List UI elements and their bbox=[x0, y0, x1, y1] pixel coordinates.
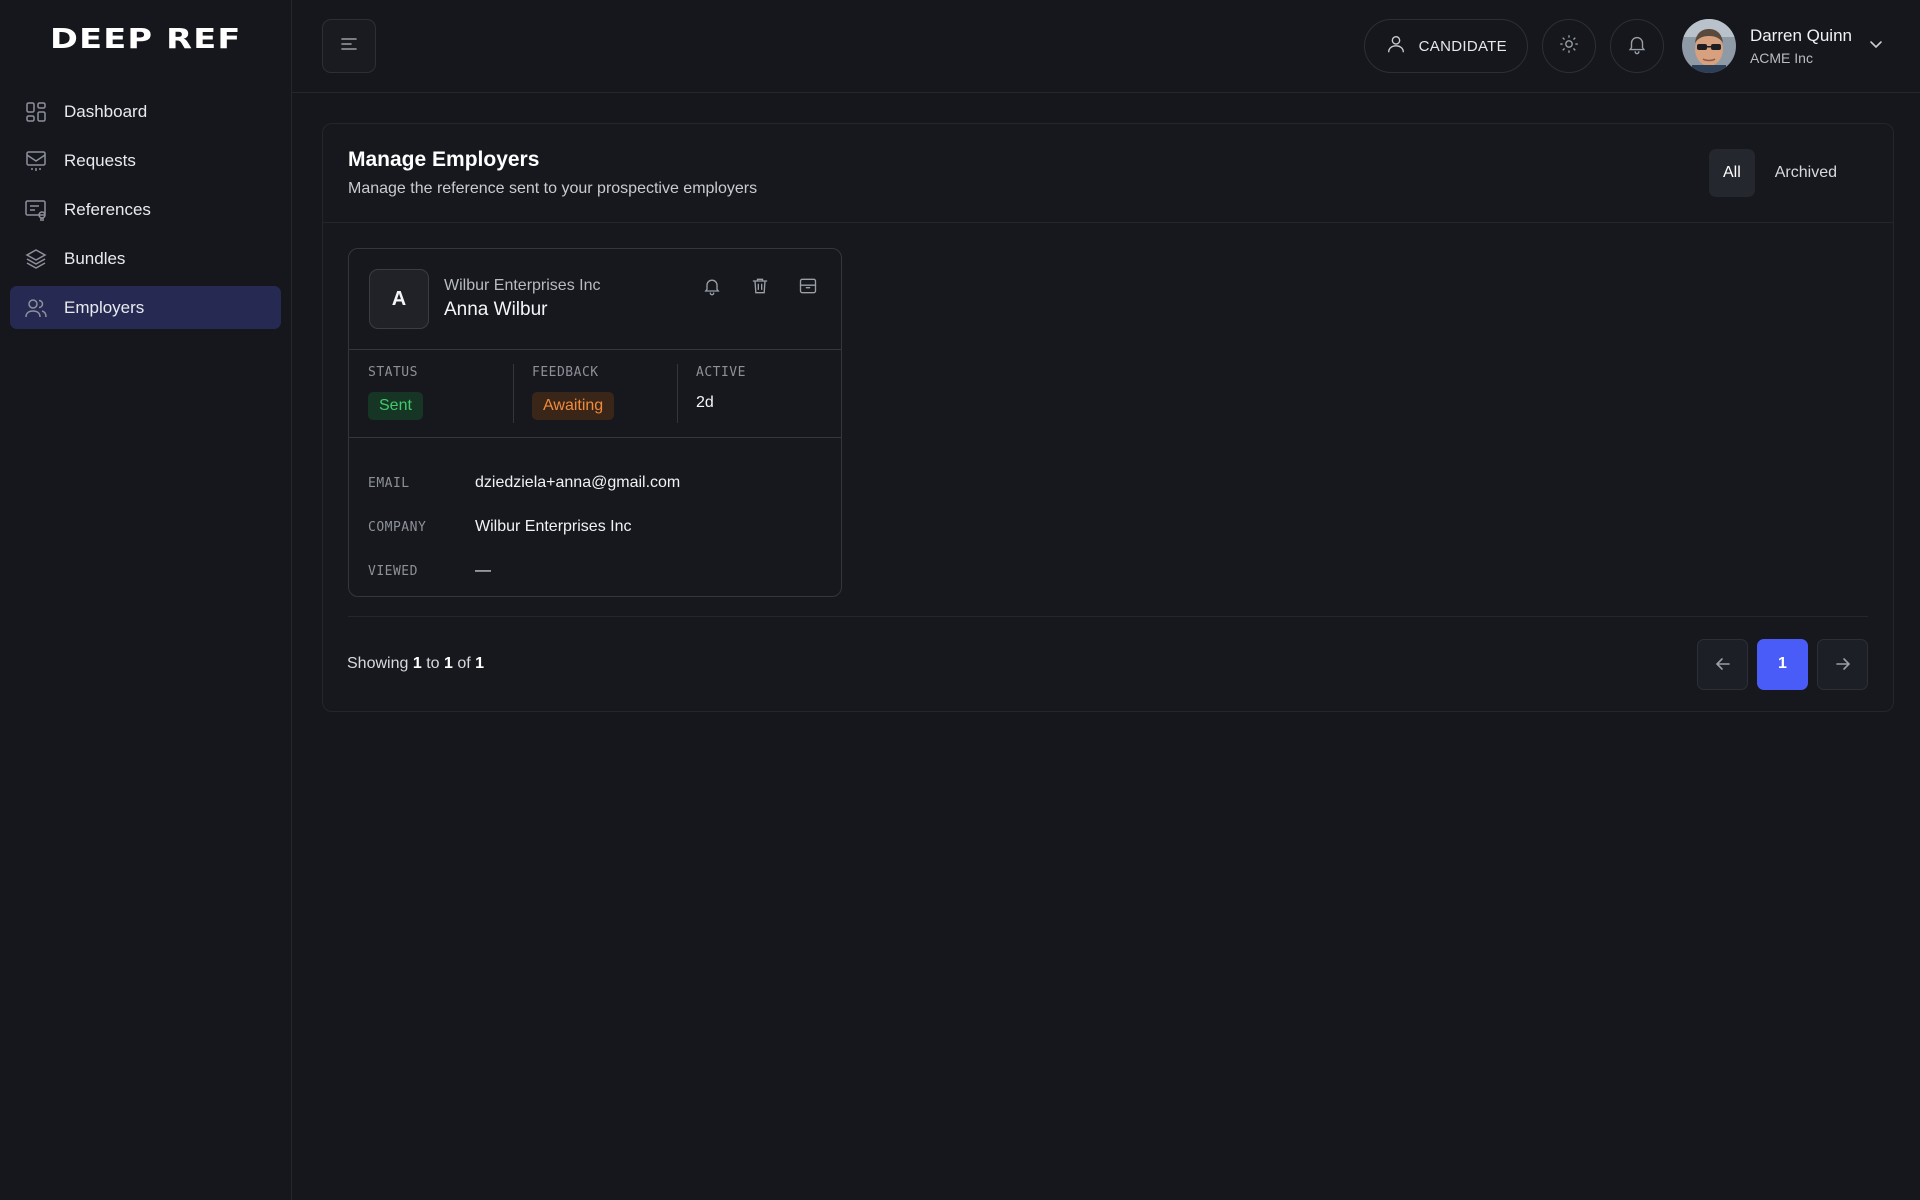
arrow-left-icon bbox=[1715, 658, 1730, 670]
user-menu[interactable]: Darren Quinn ACME Inc bbox=[1681, 19, 1884, 73]
sidebar-item-label: Bundles bbox=[64, 248, 126, 268]
page-title: Manage Employers bbox=[348, 148, 540, 171]
page-subtitle: Manage the reference sent to your prospe… bbox=[348, 180, 758, 197]
tab-archived[interactable]: Archived bbox=[1761, 149, 1851, 197]
showing-of-word: of bbox=[457, 655, 471, 672]
prev-page-button[interactable] bbox=[1697, 638, 1748, 690]
panel-body: A Wilbur Enterprises Inc Anna Wilbur STA… bbox=[323, 223, 1893, 617]
pagination: Showing 1 to 1 of 1 1 bbox=[323, 617, 1893, 711]
filter-tabs: All Archived bbox=[1708, 149, 1851, 197]
bell-icon bbox=[1626, 33, 1648, 60]
employer-names: Wilbur Enterprises Inc Anna Wilbur bbox=[444, 269, 699, 349]
app: DEEP REF Dashboard Requests References B… bbox=[0, 0, 1920, 1200]
certificate-icon bbox=[24, 198, 48, 222]
showing-total: 1 bbox=[475, 655, 485, 672]
employer-card-actions bbox=[699, 269, 821, 349]
remind-button[interactable] bbox=[699, 273, 725, 299]
detail-row-viewed: VIEWED — bbox=[368, 549, 822, 593]
stat-status: STATUS Sent bbox=[349, 350, 513, 437]
stat-feedback: FEEDBACK Awaiting bbox=[513, 350, 677, 437]
archive-icon bbox=[799, 278, 817, 294]
employer-details: EMAIL dziedziela+anna@gmail.com COMPANY … bbox=[349, 438, 841, 593]
detail-row-email: EMAIL dziedziela+anna@gmail.com bbox=[368, 461, 822, 505]
showing-to-word: to bbox=[426, 655, 440, 672]
user-org: ACME Inc bbox=[1749, 50, 1813, 66]
tab-all[interactable]: All bbox=[1708, 149, 1755, 197]
stat-label: ACTIVE bbox=[696, 365, 746, 380]
sidebar-item-label: Dashboard bbox=[64, 101, 148, 121]
employer-stats: STATUS Sent FEEDBACK Awaiting ACTIVE 2d bbox=[349, 350, 841, 438]
menu-toggle-button[interactable] bbox=[322, 19, 376, 73]
manage-employers-panel: Manage Employers Manage the reference se… bbox=[322, 123, 1894, 712]
sidebar-item-references[interactable]: References bbox=[10, 188, 281, 231]
status-badge: Sent bbox=[368, 392, 423, 420]
sidebar-item-label: Employers bbox=[64, 297, 145, 317]
sidebar-item-employers[interactable]: Employers bbox=[10, 286, 281, 329]
logo[interactable]: DEEP REF bbox=[10, 0, 281, 74]
panel-titles: Manage Employers Manage the reference se… bbox=[348, 148, 1709, 198]
dashboard-icon bbox=[24, 100, 48, 124]
sidebar-item-label: References bbox=[64, 199, 151, 219]
page-button-current[interactable]: 1 bbox=[1757, 638, 1808, 690]
logo-text: DEEP REF bbox=[49, 21, 242, 55]
inbox-icon bbox=[24, 149, 48, 173]
trash-icon bbox=[752, 278, 768, 294]
main: CANDIDATE Darren Quinn ACME Inc Manage E… bbox=[292, 0, 1920, 1200]
employer-card: A Wilbur Enterprises Inc Anna Wilbur STA… bbox=[348, 248, 842, 597]
detail-row-company: COMPANY Wilbur Enterprises Inc bbox=[368, 505, 822, 549]
active-duration: 2d bbox=[696, 394, 714, 411]
users-icon bbox=[24, 296, 48, 320]
detail-label: COMPANY bbox=[368, 519, 427, 535]
role-switch-button[interactable]: CANDIDATE bbox=[1363, 19, 1528, 73]
notifications-button[interactable] bbox=[1609, 19, 1664, 73]
feedback-badge: Awaiting bbox=[532, 392, 615, 420]
arrow-right-icon bbox=[1835, 658, 1850, 670]
layers-icon bbox=[24, 247, 48, 271]
sidebar-item-requests[interactable]: Requests bbox=[10, 139, 281, 182]
chevron-down-icon bbox=[1868, 36, 1884, 57]
stat-label: FEEDBACK bbox=[532, 365, 599, 380]
showing-from: 1 bbox=[412, 655, 422, 672]
employer-card-header: A Wilbur Enterprises Inc Anna Wilbur bbox=[349, 249, 841, 350]
detail-label: VIEWED bbox=[368, 563, 418, 579]
stat-label: STATUS bbox=[368, 365, 418, 380]
bell-icon bbox=[704, 279, 720, 296]
pagination-summary: Showing 1 to 1 of 1 bbox=[347, 655, 1688, 673]
detail-viewed: — bbox=[475, 562, 491, 579]
panel-header: Manage Employers Manage the reference se… bbox=[323, 124, 1893, 223]
topbar: CANDIDATE Darren Quinn ACME Inc bbox=[292, 0, 1920, 93]
user-name: Darren Quinn bbox=[1749, 26, 1852, 45]
next-page-button[interactable] bbox=[1817, 638, 1868, 690]
sidebar: DEEP REF Dashboard Requests References B… bbox=[0, 0, 292, 1200]
showing-prefix: Showing bbox=[347, 655, 409, 672]
delete-button[interactable] bbox=[747, 273, 773, 299]
employer-initial-avatar: A bbox=[369, 269, 429, 329]
sidebar-nav: Dashboard Requests References Bundles Em… bbox=[10, 90, 281, 329]
avatar bbox=[1681, 19, 1736, 73]
sidebar-item-dashboard[interactable]: Dashboard bbox=[10, 90, 281, 133]
employer-company: Wilbur Enterprises Inc bbox=[444, 277, 601, 294]
sidebar-item-bundles[interactable]: Bundles bbox=[10, 237, 281, 280]
archive-button[interactable] bbox=[795, 273, 821, 299]
user-info: Darren Quinn ACME Inc bbox=[1750, 26, 1852, 66]
detail-label: EMAIL bbox=[368, 475, 410, 491]
menu-icon bbox=[339, 34, 359, 59]
user-icon bbox=[1385, 33, 1407, 59]
sun-icon bbox=[1558, 33, 1580, 60]
detail-email: dziedziela+anna@gmail.com bbox=[475, 474, 681, 491]
theme-toggle-button[interactable] bbox=[1541, 19, 1596, 73]
showing-to: 1 bbox=[443, 655, 453, 672]
detail-company: Wilbur Enterprises Inc bbox=[475, 518, 632, 535]
sidebar-item-label: Requests bbox=[64, 150, 136, 170]
role-label: CANDIDATE bbox=[1418, 37, 1507, 55]
employer-contact-name: Anna Wilbur bbox=[444, 299, 548, 320]
stat-active: ACTIVE 2d bbox=[677, 350, 841, 437]
